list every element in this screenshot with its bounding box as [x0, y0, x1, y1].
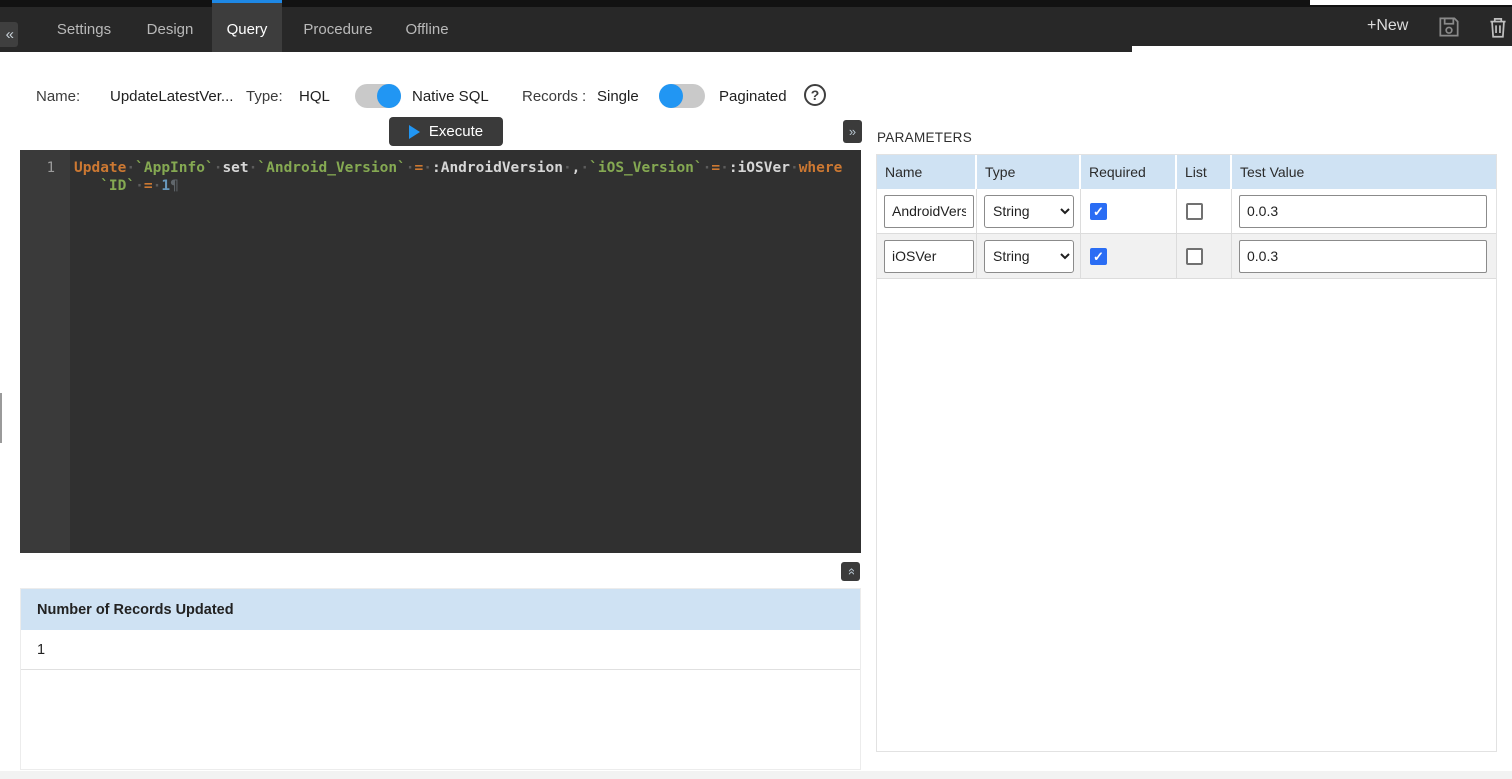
- expand-params-button[interactable]: »: [843, 120, 862, 143]
- code-line: `ID`·=·1¶: [74, 177, 861, 195]
- collapse-left-button[interactable]: «: [0, 22, 18, 47]
- code-line: Update·`AppInfo`·set·`Android_Version`·=…: [74, 159, 861, 177]
- top-navbar: « Settings Design Query Procedure Offlin…: [0, 0, 1512, 52]
- list-checkbox[interactable]: ✓: [1186, 248, 1203, 265]
- type-option-native-sql[interactable]: Native SQL: [412, 88, 489, 105]
- sql-code-editor[interactable]: 1 Update·`AppInfo`·set·`Android_Version`…: [20, 150, 861, 553]
- parameter-row: String ✓ ✓: [877, 189, 1496, 234]
- name-label: Name:: [36, 88, 80, 105]
- parameters-table-header: Name Type Required List Test Value: [877, 155, 1496, 189]
- help-icon[interactable]: ?: [804, 84, 826, 106]
- execute-label: Execute: [429, 123, 483, 140]
- records-option-paginated[interactable]: Paginated: [719, 88, 787, 105]
- tab-query[interactable]: Query: [212, 0, 282, 52]
- test-value-input[interactable]: [1239, 240, 1487, 273]
- records-label: Records :: [522, 88, 586, 105]
- column-header-test-value: Test Value: [1232, 155, 1496, 189]
- execute-button[interactable]: Execute: [389, 117, 503, 146]
- result-panel: Number of Records Updated 1: [20, 588, 861, 770]
- bottom-scrollbar-track[interactable]: [0, 771, 1512, 779]
- query-settings-toolbar: Name: UpdateLatestVer... Type: HQL Nativ…: [0, 52, 1512, 122]
- new-query-button[interactable]: +New: [1367, 17, 1408, 35]
- query-editor-page: « Settings Design Query Procedure Offlin…: [0, 0, 1512, 779]
- param-name-input[interactable]: [884, 240, 974, 273]
- collapse-results-button[interactable]: »: [841, 562, 860, 581]
- chevron-double-left-icon: «: [6, 26, 14, 43]
- column-header-list: List: [1177, 155, 1232, 189]
- required-checkbox[interactable]: ✓: [1090, 203, 1107, 220]
- line-number: 1: [20, 160, 55, 176]
- parameters-panel: Name Type Required List Test Value Strin…: [876, 154, 1497, 752]
- play-icon: [409, 125, 420, 139]
- type-label: Type:: [246, 88, 283, 105]
- editor-gutter: 1: [20, 150, 70, 553]
- param-type-select[interactable]: String: [984, 195, 1074, 228]
- result-value: 1: [21, 630, 860, 670]
- chevron-double-up-icon: »: [843, 568, 858, 575]
- result-header: Number of Records Updated: [21, 589, 860, 630]
- trash-icon[interactable]: [1485, 14, 1511, 40]
- column-header-required: Required: [1081, 155, 1177, 189]
- tab-procedure[interactable]: Procedure: [282, 0, 394, 52]
- parameters-title: PARAMETERS: [877, 130, 972, 145]
- query-name-value[interactable]: UpdateLatestVer...: [110, 88, 233, 105]
- save-icon[interactable]: [1436, 14, 1462, 40]
- column-header-type: Type: [977, 155, 1081, 189]
- list-checkbox[interactable]: ✓: [1186, 203, 1203, 220]
- type-toggle-thumb: [377, 84, 401, 108]
- tab-offline[interactable]: Offline: [394, 0, 460, 52]
- records-option-single[interactable]: Single: [597, 88, 639, 105]
- type-toggle[interactable]: [355, 84, 401, 108]
- white-notch-top: [1310, 0, 1512, 5]
- editor-code-area[interactable]: Update·`AppInfo`·set·`Android_Version`·=…: [70, 150, 861, 553]
- param-type-select[interactable]: String: [984, 240, 1074, 273]
- test-value-input[interactable]: [1239, 195, 1487, 228]
- tab-design[interactable]: Design: [128, 0, 212, 52]
- records-toggle[interactable]: [659, 84, 705, 108]
- records-toggle-thumb: [659, 84, 683, 108]
- type-option-hql[interactable]: HQL: [299, 88, 330, 105]
- column-header-name: Name: [877, 155, 977, 189]
- required-checkbox[interactable]: ✓: [1090, 248, 1107, 265]
- chevron-double-right-icon: »: [849, 124, 856, 139]
- left-edge-divider: [0, 393, 2, 443]
- tab-settings[interactable]: Settings: [40, 0, 128, 52]
- parameters-table: Name Type Required List Test Value Strin…: [877, 155, 1496, 279]
- parameter-row: String ✓ ✓: [877, 234, 1496, 279]
- param-name-input[interactable]: [884, 195, 974, 228]
